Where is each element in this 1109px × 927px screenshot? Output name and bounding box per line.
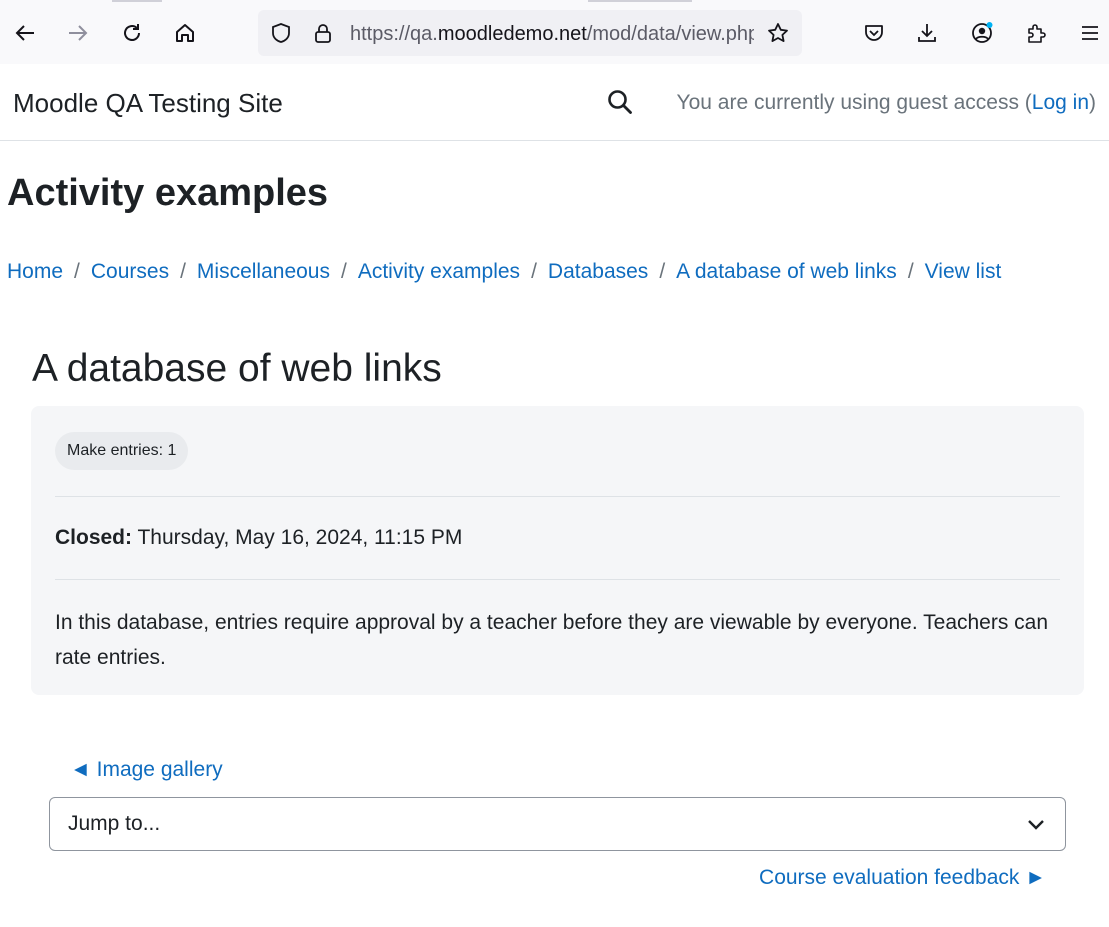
home-icon [176, 24, 194, 42]
app-menu-button[interactable] [1073, 16, 1107, 50]
tab-edge [588, 0, 692, 2]
reload-button[interactable] [115, 16, 149, 50]
account-icon [972, 22, 993, 43]
pocket-icon [865, 25, 883, 41]
account-button[interactable] [965, 16, 999, 50]
download-icon [918, 24, 936, 42]
pocket-button[interactable] [857, 16, 891, 50]
next-activity-link[interactable]: Course evaluation feedback ► [759, 866, 1046, 890]
site-header: Moodle QA Testing Site You are currently… [0, 64, 1109, 141]
url-bar[interactable]: https://qa.moodledemo.net/mod/data/view.… [258, 10, 802, 56]
page-title: Activity examples [7, 172, 329, 214]
home-button[interactable] [168, 16, 202, 50]
menu-icon [1082, 26, 1098, 40]
forward-button[interactable] [61, 16, 95, 50]
breadcrumb-separator: / [341, 260, 347, 283]
breadcrumb-courses[interactable]: Courses [91, 260, 169, 283]
reload-icon [124, 24, 140, 41]
activity-description: In this database, entries require approv… [55, 611, 1049, 669]
breadcrumb-view-list[interactable]: View list [925, 260, 1002, 283]
breadcrumb-separator: / [180, 260, 186, 283]
divider [55, 496, 1060, 497]
extensions-button[interactable] [1019, 16, 1053, 50]
tab-edge [112, 0, 162, 2]
divider [55, 579, 1060, 580]
downloads-button[interactable] [910, 16, 944, 50]
back-icon [15, 25, 34, 41]
breadcrumb-miscellaneous[interactable]: Miscellaneous [197, 260, 330, 283]
star-icon[interactable] [767, 22, 789, 44]
breadcrumb-separator: / [907, 260, 914, 283]
previous-activity-link[interactable]: ◄ Image gallery [70, 758, 223, 782]
lock-icon[interactable] [312, 22, 334, 44]
chevron-down-icon [1028, 820, 1044, 830]
shield-icon[interactable] [270, 22, 292, 44]
activity-title: A database of web links [32, 347, 442, 390]
extensions-icon [1028, 24, 1046, 43]
breadcrumb-activity-examples[interactable]: Activity examples [358, 260, 520, 283]
completion-badge: Make entries: 1 [55, 432, 189, 470]
site-name[interactable]: Moodle QA Testing Site [13, 88, 283, 119]
breadcrumb: Home / Courses / Miscellaneous / Activity exam… [7, 260, 1001, 284]
closed-label: Closed: [55, 526, 133, 549]
closed-date: Closed: Thursday, May 16, 2024, 11:15 PM [55, 526, 462, 550]
breadcrumb-separator: / [74, 260, 80, 283]
forward-icon [69, 25, 88, 41]
activity-info-panel: Make entries: 1 Closed: Thursday, May 16… [31, 406, 1084, 695]
search-icon[interactable] [606, 88, 634, 116]
login-link[interactable]: Log in [1032, 91, 1089, 114]
browser-toolbar: https://qa.moodledemo.net/mod/data/view.… [0, 0, 1109, 65]
jump-to-select[interactable]: Jump to... [49, 797, 1066, 851]
jump-to-label: Jump to... [68, 812, 161, 835]
breadcrumb-databases[interactable]: Databases [548, 260, 648, 283]
breadcrumb-separator: / [531, 260, 537, 283]
url-text[interactable]: https://qa.moodledemo.net/mod/data/view.… [350, 23, 754, 45]
breadcrumb-separator: / [659, 260, 666, 283]
breadcrumb-home[interactable]: Home [7, 260, 63, 283]
back-button[interactable] [8, 16, 42, 50]
closed-value: Thursday, May 16, 2024, 11:15 PM [137, 526, 463, 549]
guest-access-notice: You are currently using guest access (Lo… [676, 91, 1096, 114]
breadcrumb-database[interactable]: A database of web links [676, 260, 897, 283]
